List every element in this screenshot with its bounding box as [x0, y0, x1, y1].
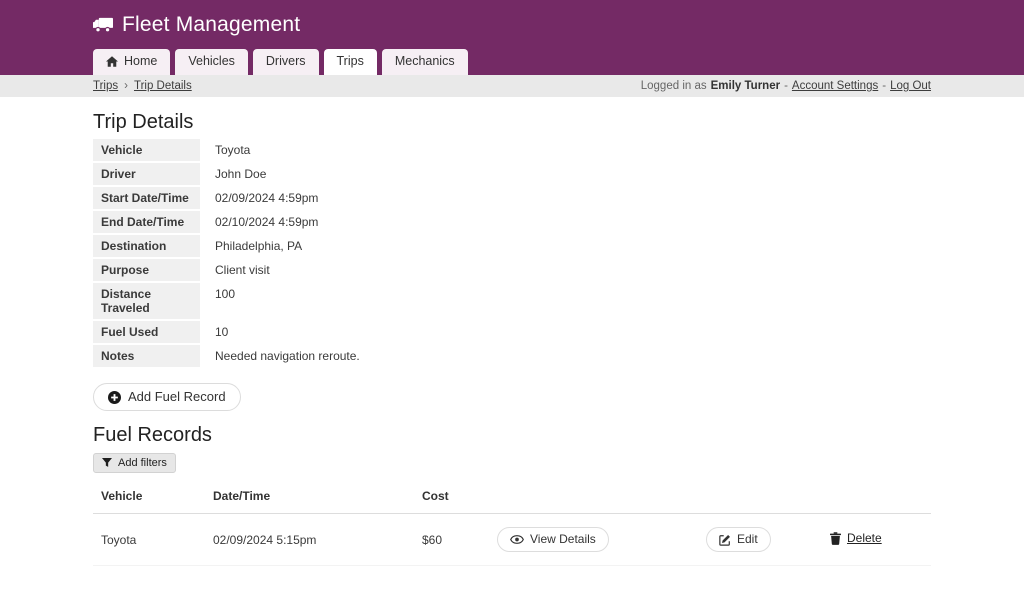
- home-icon: [106, 56, 118, 67]
- detail-value: John Doe: [200, 163, 274, 185]
- tab-label: Mechanics: [395, 55, 455, 68]
- session-prefix: Logged in as: [641, 80, 707, 92]
- detail-row: Notes Needed navigation reroute.: [93, 345, 931, 367]
- detail-value: Philadelphia, PA: [200, 235, 310, 257]
- detail-value: 10: [200, 321, 236, 343]
- session-separator: -: [784, 80, 788, 92]
- detail-label: Vehicle: [93, 139, 200, 161]
- eye-icon: [510, 535, 524, 544]
- tab-trips[interactable]: Trips: [324, 49, 377, 75]
- detail-value: Needed navigation reroute.: [200, 345, 368, 367]
- app-header: Fleet Management Home Vehicles Drivers T…: [0, 0, 1024, 75]
- column-header-cost: Cost: [414, 483, 489, 514]
- column-header-empty: [489, 483, 698, 514]
- tab-label: Home: [124, 55, 157, 68]
- breadcrumb-separator: ›: [124, 80, 128, 92]
- trash-icon: [830, 532, 841, 545]
- detail-label: Distance Traveled: [93, 283, 200, 319]
- log-out-link[interactable]: Log Out: [890, 80, 931, 92]
- session-info: Logged in as Emily Turner - Account Sett…: [641, 80, 931, 92]
- edit-label: Edit: [737, 533, 758, 546]
- subbar: Trips › Trip Details Logged in as Emily …: [0, 75, 1024, 97]
- column-header-empty: [698, 483, 822, 514]
- tab-label: Trips: [337, 55, 364, 68]
- truck-icon: [93, 17, 113, 33]
- detail-row: Driver John Doe: [93, 163, 931, 185]
- breadcrumb-current-link[interactable]: Trip Details: [134, 80, 192, 92]
- add-filters-label: Add filters: [118, 457, 167, 469]
- add-fuel-record-label: Add Fuel Record: [128, 390, 226, 404]
- app-title-text: Fleet Management: [122, 13, 300, 37]
- add-filters-button[interactable]: Add filters: [93, 453, 176, 473]
- filter-icon: [102, 458, 112, 468]
- page-title: Trip Details: [93, 111, 931, 133]
- column-header-vehicle: Vehicle: [93, 483, 205, 514]
- account-settings-link[interactable]: Account Settings: [792, 80, 878, 92]
- detail-row: Destination Philadelphia, PA: [93, 235, 931, 257]
- column-header-datetime: Date/Time: [205, 483, 414, 514]
- add-fuel-record-button[interactable]: Add Fuel Record: [93, 383, 241, 411]
- detail-row: Fuel Used 10: [93, 321, 931, 343]
- fuel-records-heading: Fuel Records: [93, 424, 931, 446]
- tab-label: Drivers: [266, 55, 306, 68]
- session-separator: -: [882, 80, 886, 92]
- column-header-empty: [822, 483, 931, 514]
- detail-value: 02/09/2024 4:59pm: [200, 187, 326, 209]
- tab-mechanics[interactable]: Mechanics: [382, 49, 468, 75]
- edit-button[interactable]: Edit: [706, 527, 771, 552]
- detail-row: End Date/Time 02/10/2024 4:59pm: [93, 211, 931, 233]
- fuel-record-row: Toyota 02/09/2024 5:15pm $60 View Detail: [93, 514, 931, 566]
- tab-drivers[interactable]: Drivers: [253, 49, 319, 75]
- tab-label: Vehicles: [188, 55, 235, 68]
- detail-label: Notes: [93, 345, 200, 367]
- detail-row: Start Date/Time 02/09/2024 4:59pm: [93, 187, 931, 209]
- main-content: Trip Details Vehicle Toyota Driver John …: [93, 111, 931, 602]
- delete-label: Delete: [847, 531, 882, 545]
- edit-pencil-icon: [719, 534, 731, 546]
- detail-row: Vehicle Toyota: [93, 139, 931, 161]
- trip-details-table: Vehicle Toyota Driver John Doe Start Dat…: [93, 139, 931, 367]
- detail-row: Purpose Client visit: [93, 259, 931, 281]
- cell-datetime: 02/09/2024 5:15pm: [205, 514, 414, 566]
- detail-value: Toyota: [200, 139, 258, 161]
- cell-vehicle: Toyota: [93, 514, 205, 566]
- main-nav: Home Vehicles Drivers Trips Mechanics: [93, 49, 931, 75]
- detail-label: Destination: [93, 235, 200, 257]
- detail-row: Distance Traveled 100: [93, 283, 931, 319]
- tab-home[interactable]: Home: [93, 49, 170, 75]
- breadcrumb-trips-link[interactable]: Trips: [93, 80, 118, 92]
- detail-label: Driver: [93, 163, 200, 185]
- session-user: Emily Turner: [711, 80, 780, 92]
- page: Fleet Management Home Vehicles Drivers T…: [0, 0, 1024, 602]
- detail-label: Purpose: [93, 259, 200, 281]
- fuel-records-table: Vehicle Date/Time Cost Toyota 02/09/2024…: [93, 483, 931, 566]
- detail-label: Start Date/Time: [93, 187, 200, 209]
- detail-label: End Date/Time: [93, 211, 200, 233]
- detail-value: 02/10/2024 4:59pm: [200, 211, 326, 233]
- tab-vehicles[interactable]: Vehicles: [175, 49, 248, 75]
- app-title: Fleet Management: [93, 0, 931, 37]
- cell-cost: $60: [414, 514, 489, 566]
- delete-button[interactable]: Delete: [830, 531, 882, 545]
- detail-value: 100: [200, 283, 243, 319]
- view-details-button[interactable]: View Details: [497, 527, 609, 552]
- detail-label: Fuel Used: [93, 321, 200, 343]
- plus-circle-icon: [108, 391, 121, 404]
- detail-value: Client visit: [200, 259, 278, 281]
- fuel-table-header-row: Vehicle Date/Time Cost: [93, 483, 931, 514]
- breadcrumb: Trips › Trip Details: [93, 80, 192, 92]
- view-details-label: View Details: [530, 533, 596, 546]
